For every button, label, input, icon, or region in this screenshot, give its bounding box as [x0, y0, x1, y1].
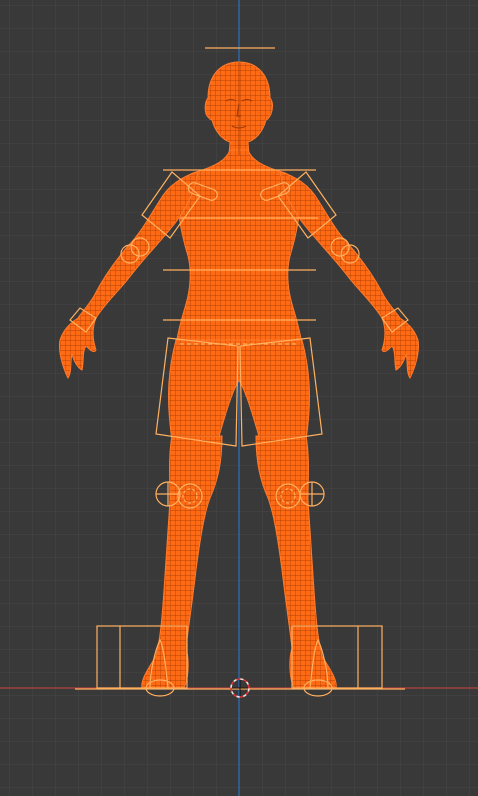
3d-cursor[interactable] [230, 678, 250, 698]
3d-viewport[interactable] [0, 0, 478, 796]
